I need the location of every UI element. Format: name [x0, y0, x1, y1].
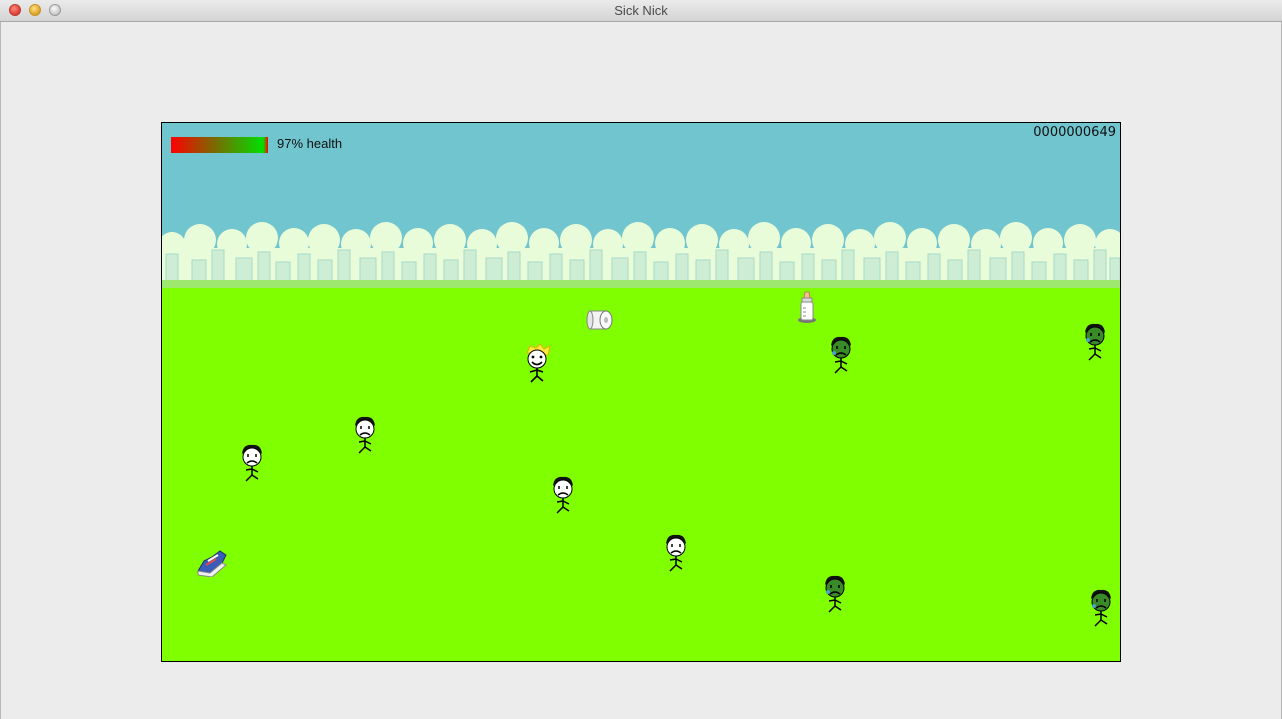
sick-person-icon	[1082, 322, 1108, 364]
cloud-city-background	[162, 222, 1120, 288]
score-counter: 0000000649	[1033, 125, 1116, 140]
sad-person-icon	[663, 533, 689, 575]
baby-bottle-icon	[795, 290, 819, 324]
window-border-left	[0, 22, 1, 719]
toilet-paper-icon	[586, 307, 614, 333]
health-bar	[171, 137, 268, 153]
game-canvas[interactable]: 97% health 0000000649	[161, 122, 1121, 662]
sad-person-icon	[239, 443, 265, 485]
health-label: 97% health	[277, 136, 343, 151]
sick-person-icon	[1088, 588, 1114, 630]
sick-person-icon	[822, 574, 848, 616]
sick-person-icon	[828, 335, 854, 377]
window-title: Sick Nick	[614, 3, 668, 18]
sad-person-icon	[352, 415, 378, 457]
sneaker-icon	[196, 547, 230, 577]
window-titlebar: Sick Nick	[0, 0, 1282, 22]
nick-player-icon	[524, 343, 552, 385]
sad-person-icon	[550, 475, 576, 517]
